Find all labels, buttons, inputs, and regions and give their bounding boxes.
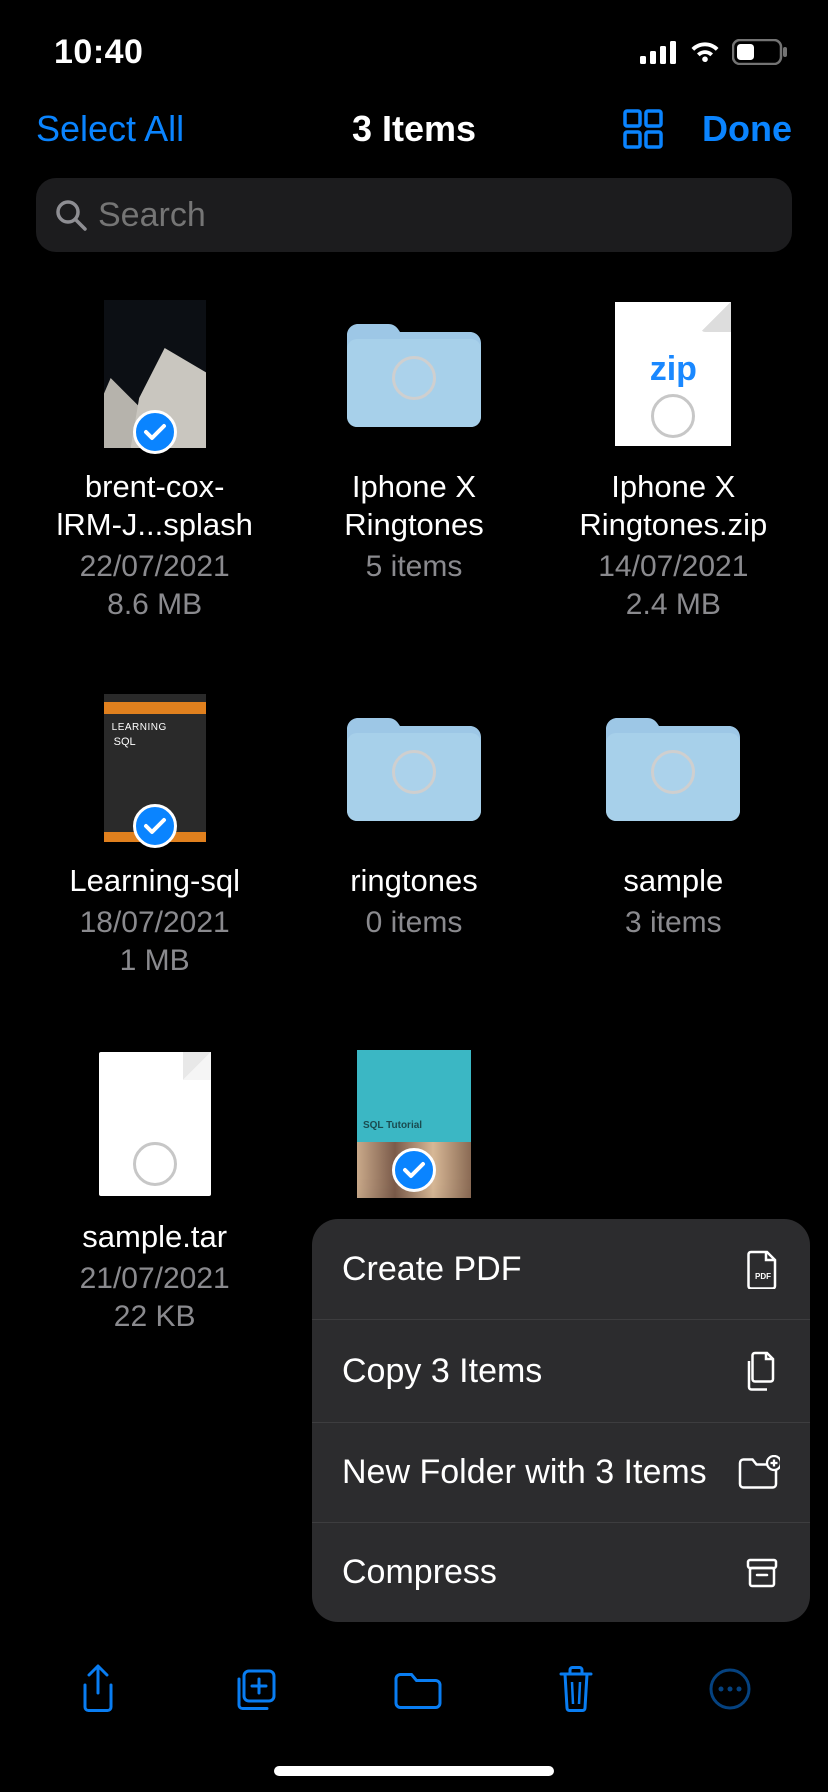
folder-item[interactable]: ringtones 0 items	[289, 694, 538, 980]
folder-name: ringtones	[350, 862, 478, 900]
selected-check-icon	[133, 410, 177, 454]
file-name: Learning-sql	[69, 862, 240, 900]
menu-label: Create PDF	[342, 1250, 522, 1289]
wifi-icon	[688, 40, 722, 64]
selection-ring-icon	[651, 394, 695, 438]
menu-create-pdf[interactable]: Create PDF PDF	[312, 1219, 810, 1320]
more-icon[interactable]	[708, 1667, 752, 1711]
selected-check-icon	[133, 804, 177, 848]
file-date: 21/07/2021	[80, 1260, 230, 1298]
file-item[interactable]: zip Iphone X Ringtones.zip 14/07/2021 2.…	[549, 300, 798, 624]
home-indicator	[274, 1766, 554, 1776]
status-bar: 10:40	[0, 0, 828, 88]
search-bar[interactable]	[36, 178, 792, 252]
folder-name: sample	[623, 862, 723, 900]
file-item[interactable]: brent-cox-lRM-J...splash 22/07/2021 8.6 …	[30, 300, 279, 624]
selection-ring-icon	[392, 356, 436, 400]
menu-compress[interactable]: Compress	[312, 1523, 810, 1622]
selection-ring-icon	[392, 750, 436, 794]
select-all-button[interactable]: Select All	[36, 108, 184, 150]
svg-text:PDF: PDF	[755, 1272, 771, 1281]
file-size: 22 KB	[114, 1298, 196, 1336]
file-date: 14/07/2021	[598, 548, 748, 586]
archive-icon	[744, 1555, 780, 1591]
file-date: 18/07/2021	[80, 904, 230, 942]
selection-ring-icon	[133, 1142, 177, 1186]
cell-signal-icon	[640, 40, 678, 64]
done-button[interactable]: Done	[702, 108, 792, 150]
menu-copy[interactable]: Copy 3 Items	[312, 1320, 810, 1423]
trash-icon[interactable]	[555, 1664, 597, 1714]
nav-bar: Select All 3 Items Done	[0, 88, 828, 168]
folder-item[interactable]: sample 3 items	[549, 694, 798, 980]
duplicate-icon[interactable]	[231, 1665, 279, 1713]
move-folder-icon[interactable]	[391, 1668, 443, 1710]
bottom-toolbar	[0, 1634, 828, 1744]
generic-file-icon	[99, 1052, 211, 1196]
file-item[interactable]: LEARNING SQL Learning-sql 18/07/2021 1 M…	[30, 694, 279, 980]
menu-label: Compress	[342, 1553, 497, 1592]
copy-icon	[742, 1350, 780, 1392]
menu-label: New Folder with 3 Items	[342, 1453, 707, 1492]
file-item[interactable]: sample.tar 21/07/2021 22 KB	[30, 1050, 279, 1336]
search-icon	[54, 198, 88, 232]
new-folder-icon	[736, 1455, 780, 1491]
file-name: brent-cox-lRM-J...splash	[56, 468, 252, 544]
file-size: 1 MB	[120, 942, 190, 980]
page-title: 3 Items	[352, 108, 476, 150]
selection-ring-icon	[651, 750, 695, 794]
folder-count: 0 items	[366, 904, 463, 942]
context-menu: Create PDF PDF Copy 3 Items New Folder w…	[312, 1219, 810, 1622]
folder-item[interactable]: Iphone X Ringtones 5 items	[289, 300, 538, 624]
selected-check-icon	[392, 1148, 436, 1192]
file-date: 22/07/2021	[80, 548, 230, 586]
file-grid: brent-cox-lRM-J...splash 22/07/2021 8.6 …	[0, 270, 828, 1336]
file-size: 8.6 MB	[107, 586, 202, 624]
folder-count: 3 items	[625, 904, 722, 942]
folder-count: 5 items	[366, 548, 463, 586]
menu-new-folder[interactable]: New Folder with 3 Items	[312, 1423, 810, 1523]
file-size: 2.4 MB	[626, 586, 721, 624]
search-input[interactable]	[98, 196, 774, 235]
zip-file-icon: zip	[615, 302, 731, 446]
status-time: 10:40	[54, 33, 143, 72]
battery-icon	[732, 39, 788, 65]
pdf-icon: PDF	[746, 1249, 780, 1289]
file-name: Iphone X Ringtones.zip	[558, 468, 788, 544]
grid-view-icon[interactable]	[622, 108, 664, 150]
share-icon[interactable]	[76, 1663, 120, 1715]
folder-name: Iphone X Ringtones	[299, 468, 529, 544]
status-indicators	[640, 39, 788, 65]
file-name: sample.tar	[82, 1218, 227, 1256]
menu-label: Copy 3 Items	[342, 1352, 542, 1391]
